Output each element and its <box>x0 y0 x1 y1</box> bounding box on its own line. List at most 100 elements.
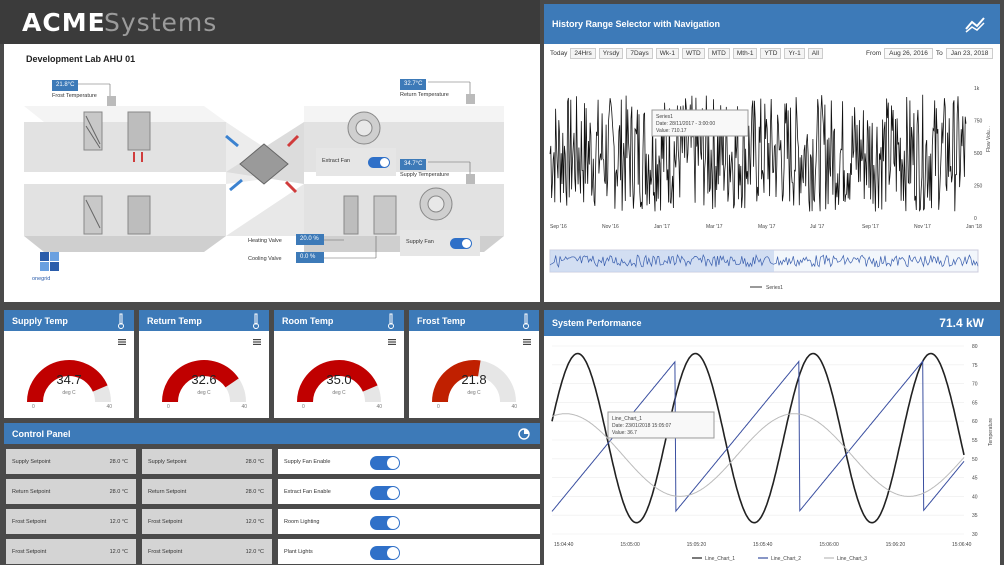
gauge-max: 40 <box>376 404 382 410</box>
switch-label: Room Lighting <box>284 519 320 525</box>
gauge-arc <box>27 360 111 403</box>
switch-label: Extract Fan Enable <box>284 489 331 495</box>
setpoint-cell[interactable]: Supply Setpoint 28.0 °C <box>142 449 272 474</box>
room-lighting-toggle[interactable] <box>370 516 400 530</box>
setpoint-value: 12.0 °C <box>245 549 264 555</box>
range-button[interactable]: Yr-1 <box>784 48 805 59</box>
x-tick-label: 15:05:00 <box>620 542 640 548</box>
gauge-value: 32.6 <box>191 372 217 387</box>
frost-temp-label: Frost Temperature <box>52 93 97 99</box>
legend-label: Line_Chart_2 <box>771 556 801 562</box>
supply-temp-gauge: Supply Temp 34.7 deg C 0 40 <box>4 310 134 418</box>
supply-temp-readout: 34.7°C <box>400 159 427 170</box>
x-tick-label: Jul '17 <box>810 224 825 230</box>
supply-fan-control: Supply Fan <box>400 230 480 256</box>
extract-fan-toggle[interactable] <box>368 157 390 168</box>
y-tick-label: 50 <box>972 457 978 463</box>
performance-header: System Performance 71.4 kW <box>544 310 1000 336</box>
legend-label: Line_Chart_3 <box>837 556 867 562</box>
navigator-selection <box>550 250 774 272</box>
supply-fan-toggle[interactable] <box>450 238 472 249</box>
y-tick-label: 750 <box>974 119 983 125</box>
x-tick-label: Jan '17 <box>654 224 670 230</box>
from-label: From <box>865 50 882 57</box>
gauge-arc <box>297 360 381 403</box>
y-axis-label: Flow Volu... <box>986 126 992 152</box>
x-tick-label: 15:04:40 <box>554 542 574 548</box>
performance-chart[interactable]: 80 75 70 65 60 55 50 45 40 35 30 Temperature 15:04:4… <box>544 336 1000 565</box>
y-tick-label: 500 <box>974 151 983 157</box>
switch-label: Supply Fan Enable <box>284 459 331 465</box>
to-date-input[interactable]: Jan 23, 2018 <box>945 48 994 59</box>
y-tick-label: 70 <box>972 382 978 388</box>
setpoint-cell[interactable]: Frost Setpoint 12.0 °C <box>6 509 136 534</box>
return-temp-label: Return Temperature <box>400 92 449 98</box>
setpoint-cell[interactable]: Return Setpoint 28.0 °C <box>6 479 136 504</box>
range-button[interactable]: All <box>807 48 823 59</box>
supply-temp-label: Supply Temperature <box>400 172 450 178</box>
switch-row: Plant Lights <box>278 539 540 564</box>
range-button[interactable]: MTD <box>707 48 730 59</box>
supply-fan-enable-toggle[interactable] <box>370 456 400 470</box>
gauge-min: 0 <box>167 404 170 410</box>
range-button[interactable]: 24Hrs <box>570 48 596 59</box>
y-tick-label: 1k <box>974 86 980 92</box>
cooling-valve-label: Cooling Valve <box>248 256 282 262</box>
gauge-value: 21.8 <box>461 372 487 387</box>
x-tick-label: Nov '16 <box>602 224 619 230</box>
setpoint-cell[interactable]: Frost Setpoint 12.0 °C <box>142 509 272 534</box>
x-tick-label: Sep '17 <box>862 224 879 230</box>
control-panel: Control Panel Supply Setpoint 28.0 °C Ret… <box>4 423 540 565</box>
gauge-unit: deg C <box>197 390 211 396</box>
plant-lights-toggle[interactable] <box>370 546 400 560</box>
switch-row: Room Lighting <box>278 509 540 534</box>
setpoint-cell[interactable]: Supply Setpoint 28.0 °C <box>6 449 136 474</box>
history-chart[interactable]: 1k 750 500 250 0 Flow Volu... Sep '16 Nov '16 Ja… <box>544 62 1000 302</box>
brand-header: ACME Systems <box>0 0 540 44</box>
extract-fan-label: Extract Fan <box>322 158 351 164</box>
tooltip-line: Date: 28/11/2017 - 3:00:00 <box>656 121 715 127</box>
gauge-min: 0 <box>437 404 440 410</box>
y-tick-label: 45 <box>972 476 978 482</box>
gauge-max: 40 <box>241 404 247 410</box>
gauge-min: 0 <box>32 404 35 410</box>
y-tick-label: 250 <box>974 184 983 190</box>
from-date-input[interactable]: Aug 26, 2016 <box>884 48 933 59</box>
gauge-arc <box>162 360 246 403</box>
range-button[interactable]: Yrsdy <box>598 48 624 59</box>
range-selector: Today 24Hrs Yrsdy 7Days Wk-1 WTD MTD Mth… <box>550 48 994 59</box>
tooltip-line: Series1 <box>656 114 673 120</box>
setpoint-label: Return Setpoint <box>12 489 51 495</box>
y-axis-label: Temperature <box>988 418 994 446</box>
y-tick-label: 40 <box>972 494 978 500</box>
tooltip-line: Value: 36.7 <box>612 430 637 436</box>
kw-readout: 71.4 kW <box>939 316 984 330</box>
setpoint-cell[interactable]: Frost Setpoint 12.0 °C <box>6 539 136 564</box>
setpoint-cell[interactable]: Frost Setpoint 12.0 °C <box>142 539 272 564</box>
ahu-duct-diagram <box>24 81 504 271</box>
heating-valve-label: Heating Valve <box>248 238 282 244</box>
setpoint-label: Frost Setpoint <box>12 519 47 525</box>
range-button[interactable]: Mth-1 <box>732 48 758 59</box>
setpoint-label: Supply Setpoint <box>148 459 187 465</box>
brand-name-part2: Systems <box>104 8 218 37</box>
pie-chart-icon <box>518 428 530 440</box>
heating-valve-readout: 20.0 % <box>296 234 324 245</box>
control-header: Control Panel <box>4 423 540 444</box>
range-button[interactable]: WTD <box>681 48 705 59</box>
y-tick-label: 80 <box>972 344 978 350</box>
range-button[interactable]: 7Days <box>626 48 653 59</box>
history-panel: History Range Selector with Navigation T… <box>544 4 1000 302</box>
y-tick-label: 35 <box>972 513 978 519</box>
range-button[interactable]: Today <box>550 50 567 57</box>
range-button[interactable]: Wk-1 <box>655 48 679 59</box>
legend-label: Line_Chart_1 <box>705 556 735 562</box>
setpoint-label: Frost Setpoint <box>12 549 47 555</box>
extract-fan-enable-toggle[interactable] <box>370 486 400 500</box>
y-tick-label: 60 <box>972 419 978 425</box>
switch-row: Supply Fan Enable <box>278 449 540 474</box>
range-button[interactable]: YTD <box>760 48 782 59</box>
onegrid-logo: onegrid <box>32 276 51 282</box>
setpoint-label: Frost Setpoint <box>148 519 183 525</box>
setpoint-cell[interactable]: Return Setpoint 28.0 °C <box>142 479 272 504</box>
